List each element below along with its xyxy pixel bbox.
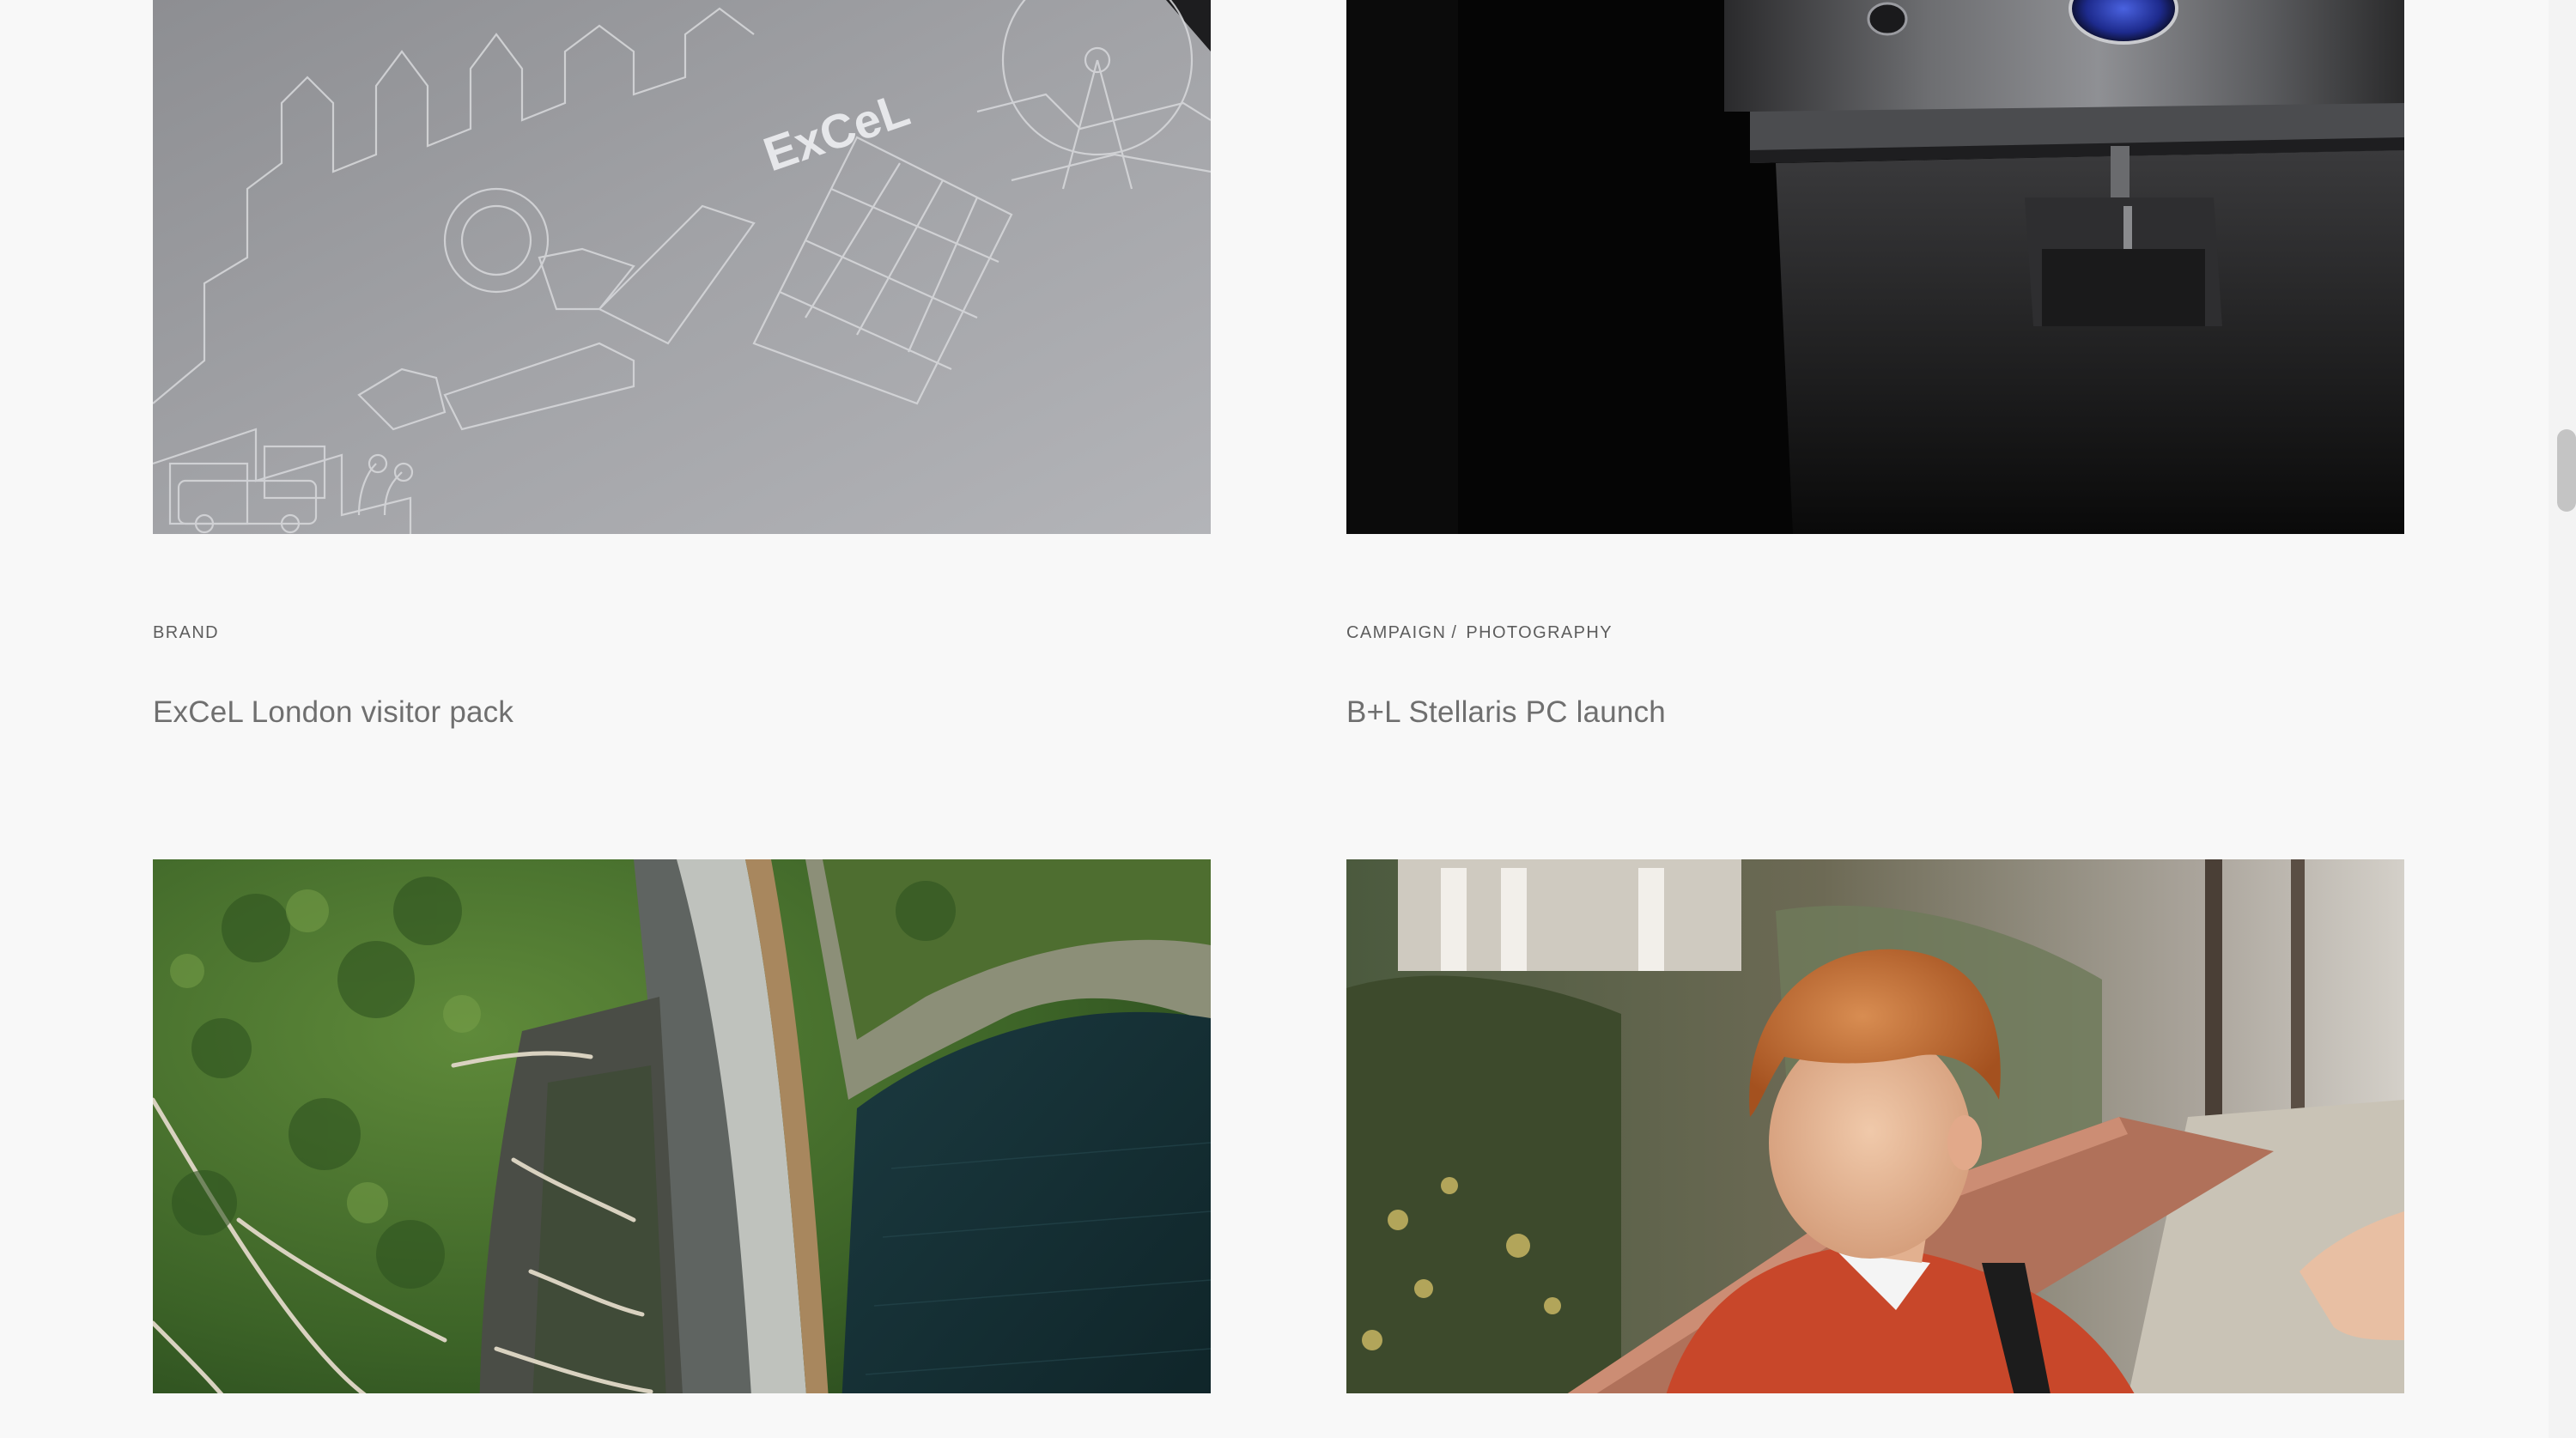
tag-photography[interactable]: Photography [1466, 623, 1613, 642]
project-thumbnail-dam[interactable] [153, 859, 1211, 1393]
project-tags: Campaign / Photography [1346, 623, 1613, 642]
scrollbar-track[interactable] [2549, 0, 2576, 1438]
portfolio-page: ExCeL Brand ExCeL London visitor pack [0, 0, 2576, 1438]
boy-photo-image [1346, 859, 2404, 1393]
project-thumbnail-excel[interactable]: ExCeL [153, 0, 1211, 534]
project-card-excel[interactable]: ExCeL Brand ExCeL London visitor pack [153, 0, 1211, 729]
project-thumbnail-school[interactable] [1346, 859, 2404, 1393]
tag-brand[interactable]: Brand [153, 623, 219, 642]
excel-skyline-image: ExCeL [153, 0, 1211, 534]
stellaris-console-image [1346, 0, 2404, 534]
project-thumbnail-stellaris[interactable] [1346, 0, 2404, 534]
project-title[interactable]: ExCeL London visitor pack [153, 695, 513, 730]
project-card-school[interactable] [1346, 859, 2404, 1393]
project-title[interactable]: B+L Stellaris PC launch [1346, 695, 1666, 730]
scrollbar-thumb[interactable] [2557, 429, 2576, 512]
tag-campaign[interactable]: Campaign [1346, 623, 1446, 642]
project-tags: Brand [153, 623, 219, 643]
project-card-dam[interactable] [153, 859, 1211, 1393]
project-card-stellaris[interactable]: Campaign / Photography B+L Stellaris PC la… [1346, 0, 2404, 729]
dam-aerial-image [153, 859, 1211, 1393]
